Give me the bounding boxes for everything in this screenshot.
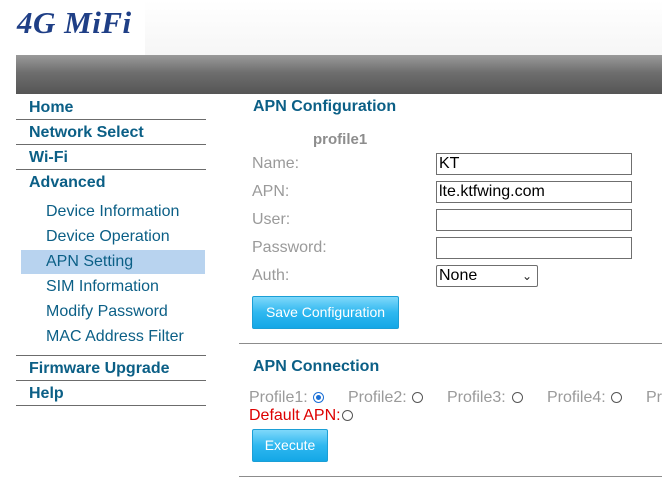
- sidebar-subitem-sim-information[interactable]: SIM Information: [21, 275, 205, 299]
- apn-connection-title: APN Connection: [253, 358, 380, 375]
- password-field[interactable]: [436, 237, 632, 259]
- user-field[interactable]: [436, 209, 632, 231]
- execute-button[interactable]: Execute: [252, 429, 328, 462]
- profile5-label: Pr: [646, 389, 662, 406]
- apn-field[interactable]: [436, 181, 632, 203]
- sidebar-subitem-device-operation[interactable]: Device Operation: [21, 225, 205, 249]
- top-banner-bar: [16, 55, 662, 94]
- profile1-label: Profile1:: [249, 389, 308, 406]
- profile2-radio[interactable]: [412, 392, 423, 403]
- logo-area: 4G MiFi: [0, 0, 145, 52]
- sidebar-item-home[interactable]: Home: [16, 96, 206, 120]
- name-field[interactable]: [436, 153, 632, 175]
- sidebar-divider: [16, 355, 206, 356]
- chevron-down-icon: ⌄: [521, 269, 532, 283]
- app-logo: 4G MiFi: [17, 5, 132, 40]
- password-label: Password:: [252, 239, 327, 256]
- profile2-label: Profile2:: [348, 389, 407, 406]
- sidebar-subitem-device-information[interactable]: Device Information: [21, 200, 205, 224]
- sidebar-item-firmware-upgrade[interactable]: Firmware Upgrade: [16, 357, 206, 381]
- profile3-label: Profile3:: [447, 389, 506, 406]
- section-divider: [239, 343, 662, 344]
- sidebar-item-advanced[interactable]: Advanced: [16, 171, 206, 195]
- auth-select[interactable]: None ⌄: [436, 265, 538, 287]
- bottom-divider: [239, 476, 662, 477]
- auth-label: Auth:: [252, 267, 290, 284]
- default-apn-label: Default APN:: [249, 407, 341, 424]
- profile4-radio[interactable]: [611, 392, 622, 403]
- sidebar-item-network-select[interactable]: Network Select: [16, 121, 206, 145]
- auth-selected-value: None: [439, 267, 478, 284]
- sidebar-item-help[interactable]: Help: [16, 382, 206, 406]
- profile-name: profile1: [313, 131, 368, 148]
- name-label: Name:: [252, 155, 300, 172]
- default-apn-radio[interactable]: [342, 410, 353, 421]
- sidebar-subitem-apn-setting[interactable]: APN Setting: [21, 250, 205, 274]
- profile3-radio[interactable]: [512, 392, 523, 403]
- user-label: User:: [252, 211, 291, 228]
- header-background: [145, 0, 662, 55]
- apn-configuration-title: APN Configuration: [253, 98, 397, 115]
- sidebar-subitem-mac-address-filter[interactable]: MAC Address Filter: [21, 325, 205, 349]
- sidebar-item-wifi[interactable]: Wi-Fi: [16, 146, 206, 170]
- save-configuration-button[interactable]: Save Configuration: [252, 296, 399, 329]
- profile1-radio[interactable]: [313, 392, 324, 403]
- sidebar-subitem-modify-password[interactable]: Modify Password: [21, 300, 205, 324]
- profile4-label: Profile4:: [547, 389, 606, 406]
- apn-label: APN:: [252, 183, 290, 200]
